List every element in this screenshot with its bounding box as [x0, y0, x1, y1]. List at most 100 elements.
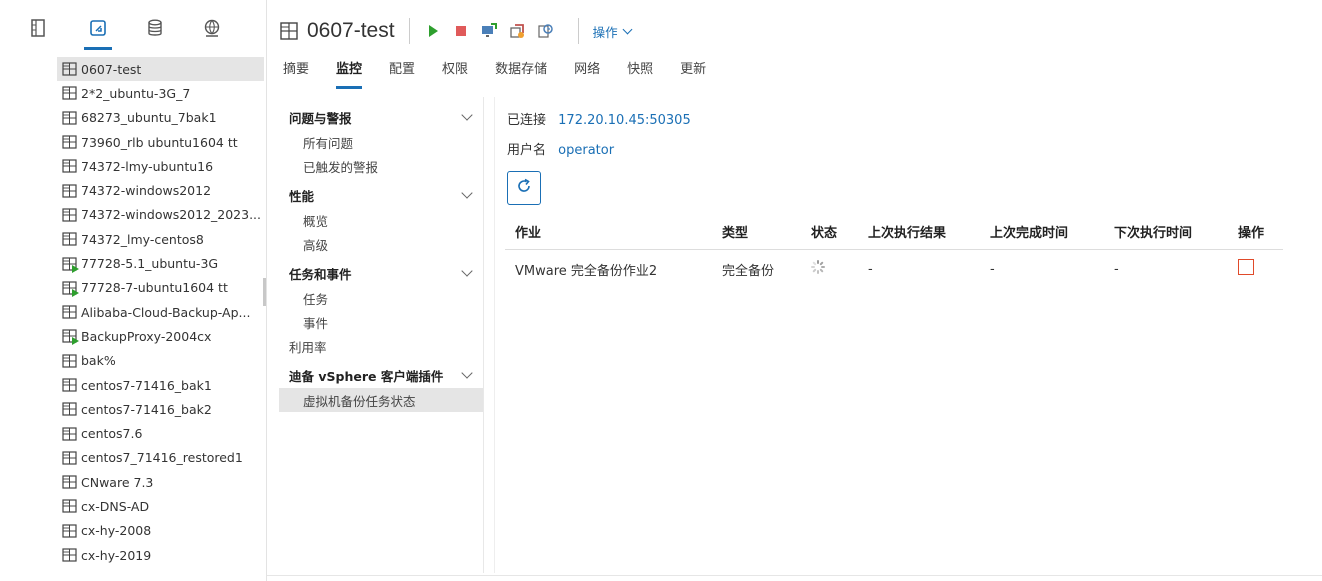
- actions-menu[interactable]: 操作: [592, 22, 633, 41]
- refresh-icon: [516, 178, 532, 198]
- subnav-group-plugin[interactable]: 迪备 vSphere 客户端插件: [279, 362, 483, 388]
- vm-tree-item[interactable]: 74372_lmy-centos8: [0, 227, 265, 251]
- vm-tree-item[interactable]: centos7-71416_bak1: [0, 373, 265, 397]
- col-header-job[interactable]: 作业: [505, 215, 712, 250]
- vm-icon: [62, 475, 77, 489]
- vm-tree-item[interactable]: centos7-71416_bak2: [0, 397, 265, 421]
- vm-tree-item[interactable]: 77728-5.1_ubuntu-3G: [0, 251, 265, 275]
- subnav-item-events[interactable]: 事件: [279, 310, 483, 334]
- chevron-down-icon: [461, 367, 473, 379]
- divider: [577, 18, 579, 44]
- vm-tree-item[interactable]: Alibaba-Cloud-Backup-Ap...: [0, 300, 265, 324]
- connected-label: 已连接: [507, 113, 547, 128]
- vm-icon: [62, 524, 77, 538]
- vm-name: cx-hy-2019: [81, 547, 152, 563]
- divider: [408, 18, 410, 44]
- subnav-item-vm-backup-status[interactable]: 虚拟机备份任务状态: [279, 388, 483, 412]
- vm-tree-item[interactable]: bak%: [0, 349, 265, 373]
- vm-name: 74372-windows2012: [81, 183, 212, 199]
- vm-tree-item[interactable]: 2*2_ubuntu-3G_7: [0, 81, 265, 105]
- vm-name: centos7_71416_restored1: [81, 450, 243, 466]
- refresh-button[interactable]: [507, 171, 541, 205]
- chevron-down-icon: [622, 24, 633, 34]
- subnav-item-all-issues[interactable]: 所有问题: [279, 130, 483, 154]
- vm-icon: [62, 378, 77, 392]
- console-button[interactable]: [480, 22, 498, 40]
- subnav-group-tasks-events[interactable]: 任务和事件: [279, 260, 483, 286]
- divider: [483, 97, 484, 573]
- table-header-row: 作业 类型 状态 上次执行结果 上次完成时间 下次执行时间 操作: [505, 215, 1283, 250]
- vm-tree-item[interactable]: 68273_ubuntu_7bak1: [0, 106, 265, 130]
- vm-tree-item[interactable]: 73960_rlb ubuntu1604 tt: [0, 130, 265, 154]
- tab-summary[interactable]: 摘要: [283, 58, 309, 88]
- vm-icon: [62, 86, 77, 101]
- vms-templates-icon[interactable]: [84, 18, 112, 50]
- col-header-last-result[interactable]: 上次执行结果: [858, 215, 980, 250]
- vm-icon: [62, 426, 77, 441]
- page-title: 0607-test: [307, 19, 395, 42]
- inventory-tabs: [0, 0, 265, 54]
- vm-name: Alibaba-Cloud-Backup-Ap...: [81, 304, 251, 320]
- snapshot-button[interactable]: [536, 22, 554, 40]
- networking-icon[interactable]: [202, 18, 222, 38]
- tab-snapshots[interactable]: 快照: [627, 58, 653, 88]
- vm-name: BackupProxy-2004cx: [81, 328, 212, 344]
- loading-spinner-icon: [811, 260, 825, 275]
- vm-icon: [62, 305, 77, 319]
- tab-configure[interactable]: 配置: [389, 58, 415, 88]
- tab-permissions[interactable]: 权限: [442, 58, 468, 88]
- col-header-type[interactable]: 类型: [712, 215, 801, 250]
- vm-tree-item[interactable]: BackupProxy-2004cx: [0, 324, 265, 348]
- subnav-item-triggered-alarms[interactable]: 已触发的警报: [279, 154, 483, 178]
- vm-name: 73960_rlb ubuntu1604 tt: [81, 134, 238, 150]
- divider: [267, 575, 1322, 576]
- actions-label: 操作: [592, 24, 618, 40]
- vm-icon: [62, 62, 77, 76]
- subnav-group-performance[interactable]: 性能: [279, 182, 483, 208]
- tab-networks[interactable]: 网络: [574, 58, 600, 88]
- vm-tree-item[interactable]: centos7_71416_restored1: [0, 446, 265, 470]
- vm-tree-item[interactable]: 0607-test: [57, 57, 264, 82]
- username-label: 用户名: [507, 143, 547, 158]
- vm-powered-on-icon: [62, 256, 79, 273]
- migrate-button[interactable]: [508, 22, 526, 40]
- vm-name: centos7-71416_bak2: [81, 401, 212, 417]
- connected-server-link[interactable]: 172.20.10.45:50305: [558, 113, 691, 128]
- backup-status-panel: 已连接 172.20.10.45:50305 用户名 operator 作业 类…: [494, 97, 1290, 573]
- subnav-item-overview[interactable]: 概览: [279, 208, 483, 232]
- vm-tree-item[interactable]: cx-hy-2019: [0, 543, 265, 567]
- vm-tree-item[interactable]: cx-hy-2008: [0, 519, 265, 543]
- col-header-status[interactable]: 状态: [801, 215, 858, 250]
- subnav-item-tasks[interactable]: 任务: [279, 286, 483, 310]
- vm-name: CNware 7.3: [81, 474, 154, 490]
- subnav-item-utilization[interactable]: 利用率: [279, 334, 483, 358]
- subnav-group-issues[interactable]: 问题与警报: [279, 104, 483, 130]
- vm-tree: 0607-test 2*2_ubuntu-3G_7 68273_ubuntu_7ba…: [0, 57, 265, 567]
- vm-icon: [279, 21, 299, 41]
- vm-tree-item[interactable]: 74372-lmy-ubuntu16: [0, 154, 265, 178]
- stop-job-button[interactable]: [1238, 259, 1254, 276]
- storage-icon[interactable]: [145, 18, 165, 38]
- job-actions: [1228, 249, 1283, 289]
- vm-icon: [62, 354, 77, 368]
- hosts-clusters-icon[interactable]: [28, 18, 48, 38]
- vm-tree-item[interactable]: 74372-windows2012: [0, 178, 265, 202]
- job-next-run: -: [1114, 261, 1119, 277]
- vm-tree-item[interactable]: centos7.6: [0, 421, 265, 445]
- vm-icon: [62, 548, 77, 562]
- tab-monitor[interactable]: 监控: [336, 58, 363, 89]
- username-link[interactable]: operator: [558, 143, 614, 158]
- tab-datastores[interactable]: 数据存储: [495, 58, 547, 88]
- vm-tree-item[interactable]: 77728-7-ubuntu1604 tt: [0, 276, 265, 300]
- vm-tree-item[interactable]: cx-DNS-AD: [0, 494, 265, 518]
- col-header-next-run[interactable]: 下次执行时间: [1104, 215, 1228, 250]
- table-row[interactable]: VMware 完全备份作业2 完全备份 - - -: [505, 249, 1283, 289]
- vm-tree-item[interactable]: CNware 7.3: [0, 470, 265, 494]
- subnav-item-advanced[interactable]: 高级: [279, 232, 483, 256]
- power-off-button[interactable]: [452, 22, 470, 40]
- power-on-button[interactable]: [424, 22, 442, 40]
- tab-updates[interactable]: 更新: [680, 58, 706, 88]
- vm-tree-item[interactable]: 74372-windows2012_2023...: [0, 203, 265, 227]
- col-header-last-finish[interactable]: 上次完成时间: [980, 215, 1104, 250]
- vm-name: bak%: [81, 353, 116, 369]
